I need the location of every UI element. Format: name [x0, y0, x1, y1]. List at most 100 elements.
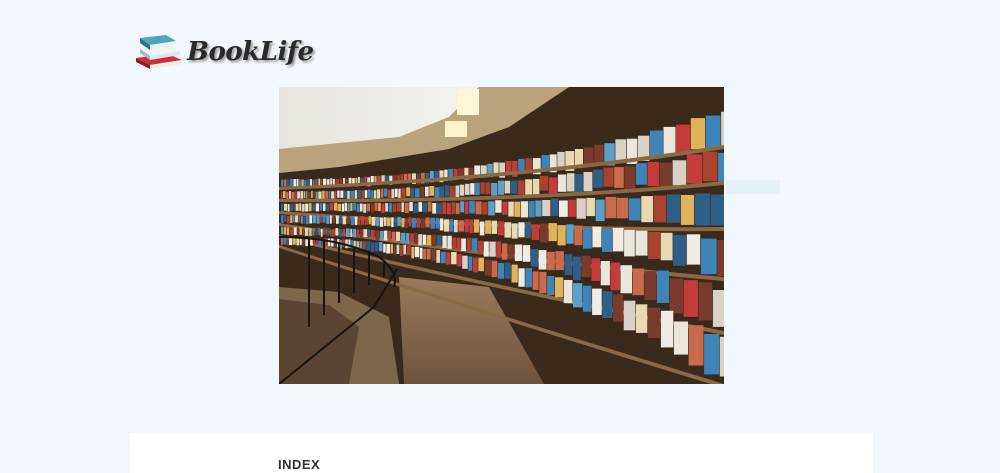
book-spine: [329, 203, 334, 211]
book-spine: [557, 174, 567, 192]
book-spine: [456, 237, 461, 251]
book-spine: [344, 190, 347, 199]
book-spine: [454, 219, 458, 233]
book-spine: [319, 203, 323, 211]
book-spine: [538, 250, 547, 270]
book-spine: [309, 179, 312, 187]
book-spine: [644, 271, 657, 300]
book-spine: [474, 219, 480, 233]
book-spine: [475, 201, 482, 215]
book-spine: [294, 215, 299, 223]
book-spine: [427, 201, 432, 212]
book-spine: [497, 221, 504, 236]
book-spine: [653, 195, 667, 223]
book-spine: [283, 237, 287, 245]
book-spine: [281, 227, 284, 235]
book-spine: [334, 190, 337, 199]
book-spine: [346, 228, 350, 237]
book-spine: [284, 179, 287, 187]
book-spine: [539, 271, 547, 294]
book-spine: [478, 257, 484, 272]
book-spine: [612, 227, 624, 252]
book-spine: [542, 200, 551, 217]
book-spine: [573, 283, 583, 308]
book-spine: [394, 188, 398, 198]
book-spine: [315, 191, 318, 200]
book-spine: [605, 196, 617, 219]
book-spine: [700, 238, 717, 275]
book-spine: [592, 226, 602, 248]
book-spine: [344, 202, 347, 212]
book-spine: [293, 203, 295, 211]
book-spine: [669, 278, 683, 314]
book-spine: [475, 182, 480, 196]
book-spine: [323, 227, 326, 235]
book-spine: [504, 180, 511, 194]
book-spine: [436, 203, 442, 215]
book-spine: [290, 179, 293, 187]
book-spine: [305, 191, 308, 199]
book-spine: [676, 124, 691, 155]
book-spine: [581, 255, 591, 277]
book-spine: [431, 234, 437, 247]
book-spine: [326, 204, 330, 212]
book-spine: [303, 216, 306, 224]
book-spine: [287, 215, 290, 224]
book-spine: [408, 217, 412, 227]
book-spine: [425, 217, 430, 228]
book-spine: [364, 190, 368, 198]
book-spine: [672, 160, 687, 186]
book-spine: [374, 242, 379, 252]
book-spine: [647, 307, 661, 338]
book-spine: [281, 215, 284, 224]
book-spine: [616, 197, 629, 219]
book-spine: [624, 229, 635, 257]
book-spine: [680, 195, 694, 225]
book-spine: [406, 245, 411, 256]
book-spine: [315, 203, 319, 212]
book-spine: [628, 198, 641, 221]
book-spine: [603, 167, 614, 187]
book-spine: [548, 223, 557, 242]
book-spine: [694, 193, 710, 226]
book-spine: [422, 202, 428, 213]
book-spine: [404, 202, 409, 213]
book-spine: [409, 202, 413, 212]
book-spine: [479, 221, 485, 236]
book-spine: [489, 241, 496, 257]
book-spine: [632, 268, 644, 296]
book-spine: [514, 244, 523, 261]
book-spine: [414, 246, 420, 258]
book-spine: [440, 186, 444, 198]
book-spine: [387, 217, 391, 227]
book-spine: [411, 247, 414, 259]
book-spine: [563, 280, 573, 304]
site-logo[interactable]: BookLife: [134, 32, 314, 72]
book-spine: [686, 154, 702, 184]
book-spine: [422, 234, 427, 245]
book-spine: [432, 203, 437, 214]
book-spine: [464, 201, 469, 214]
book-spine: [387, 189, 391, 198]
book-spine: [525, 179, 532, 195]
book-spine: [339, 215, 342, 224]
book-spine: [305, 216, 309, 225]
book-spine: [332, 229, 335, 237]
book-spine: [491, 183, 498, 196]
book-spine: [717, 240, 724, 276]
book-spine: [582, 285, 592, 312]
index-card: INDEX: [130, 433, 873, 473]
book-spine: [358, 216, 360, 225]
book-spine: [482, 202, 488, 215]
book-spine: [342, 216, 347, 225]
book-spine: [468, 256, 473, 271]
book-spine: [347, 203, 350, 212]
book-spine: [347, 190, 350, 200]
book-spine: [471, 238, 478, 252]
book-spine: [357, 190, 362, 199]
book-spine: [299, 238, 302, 246]
book-spine: [281, 179, 284, 187]
book-spine: [683, 280, 698, 317]
book-spine: [712, 290, 724, 327]
book-spine: [636, 304, 648, 333]
